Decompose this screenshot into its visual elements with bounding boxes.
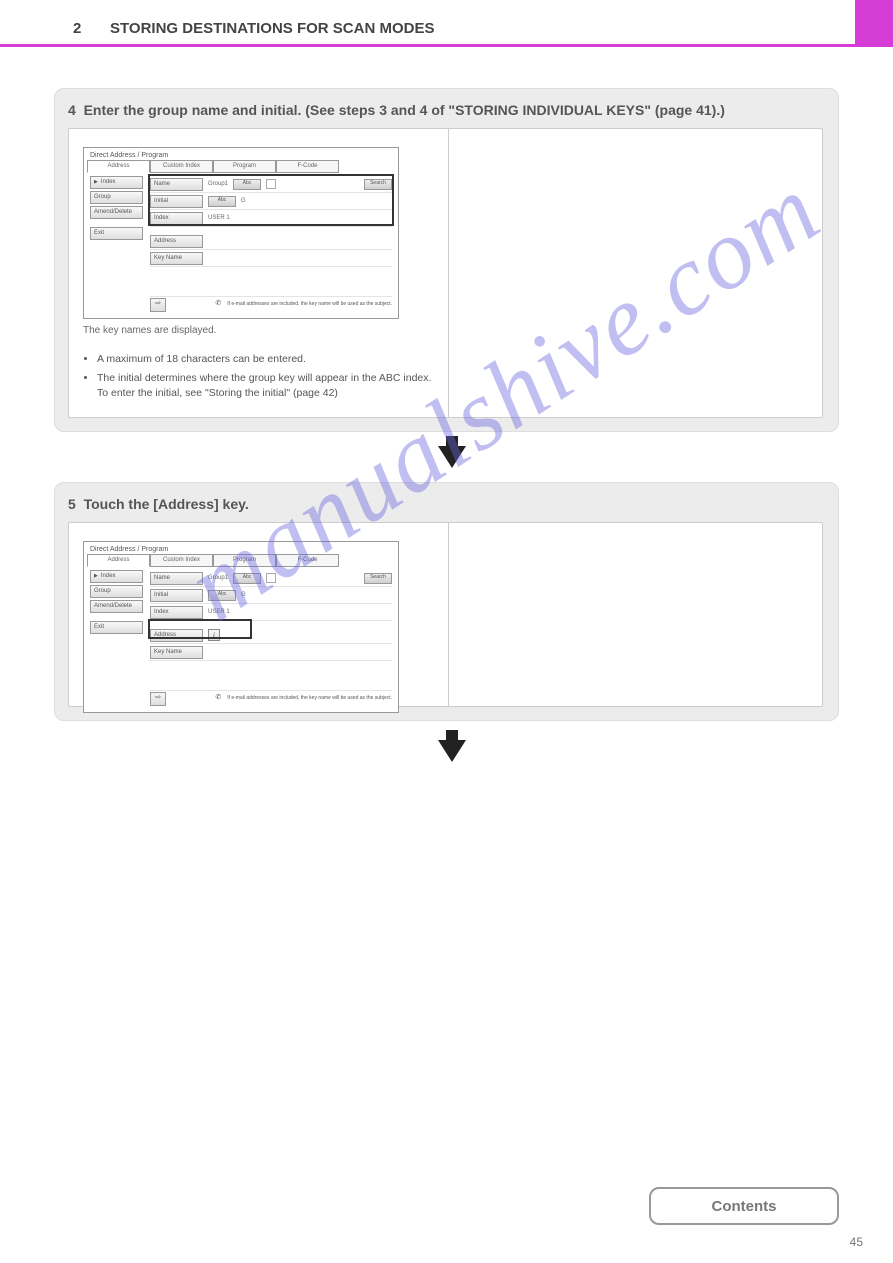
footer-note-2: If e-mail addresses are included, the ke… bbox=[227, 695, 392, 703]
tab-fcode[interactable]: F-Code bbox=[276, 160, 339, 173]
initial-value-2: G bbox=[241, 591, 246, 600]
side-exit-button-2[interactable]: Exit bbox=[90, 621, 143, 634]
side-exit-button[interactable]: Exit bbox=[90, 227, 143, 240]
footer-row: ⇨ ✆ If e-mail addresses are included, th… bbox=[150, 296, 392, 312]
main-column: Name Group1 Abc Search Initial Abc G Ind… bbox=[150, 176, 392, 267]
step-5-number: 5 bbox=[68, 496, 76, 512]
tab-address[interactable]: Address bbox=[87, 160, 150, 173]
tab-custom-index[interactable]: Custom Index bbox=[150, 160, 213, 173]
side-group-button-2[interactable]: Group bbox=[90, 585, 143, 598]
name-value: Group1 bbox=[208, 180, 228, 189]
row-address-2: Address i bbox=[150, 627, 392, 644]
keyname-button[interactable]: Key Name bbox=[150, 252, 203, 265]
keyname-button-2[interactable]: Key Name bbox=[150, 646, 203, 659]
row-address: Address bbox=[150, 233, 392, 250]
tab-program[interactable]: Program bbox=[213, 160, 276, 173]
step-5-text: Touch the [Address] key. bbox=[84, 496, 249, 512]
row-keyname: Key Name bbox=[150, 250, 392, 267]
step-4-number: 4 bbox=[68, 102, 76, 118]
initial-button[interactable]: Initial bbox=[150, 195, 203, 208]
address-button[interactable]: Address bbox=[150, 235, 203, 248]
step-5-screen-panel: Direct Address / Program Address Custom … bbox=[68, 522, 448, 707]
side-group-button[interactable]: Group bbox=[90, 191, 143, 204]
row-index-2: Index USER 1 bbox=[150, 604, 392, 621]
step-4-card: 4 Enter the group name and initial. (See… bbox=[54, 88, 839, 432]
step-5-right-panel bbox=[448, 522, 823, 707]
note-1-1: A maximum of 18 characters can be entere… bbox=[97, 352, 434, 367]
index-button[interactable]: Index bbox=[150, 212, 203, 225]
index-button-2[interactable]: Index bbox=[150, 606, 203, 619]
doc-icon-2 bbox=[266, 573, 276, 583]
arrow-icon-1 bbox=[438, 446, 466, 468]
doc-icon bbox=[266, 179, 276, 189]
index-value: USER 1 bbox=[208, 214, 230, 223]
tab-address-2[interactable]: Address bbox=[87, 554, 150, 567]
step-4-screen-panel: Direct Address / Program Address Custom … bbox=[68, 128, 448, 418]
arrow-icon-2 bbox=[438, 740, 466, 762]
step-4-text: Enter the group name and initial. (See s… bbox=[84, 102, 725, 118]
next-icon[interactable]: ⇨ bbox=[150, 298, 166, 312]
notes-list-1: A maximum of 18 characters can be entere… bbox=[83, 352, 434, 402]
name-value-2: Group1 bbox=[208, 574, 228, 583]
main-column-2: Name Group1 Abc Search Initial Abc G Ind… bbox=[150, 570, 392, 661]
section-title: STORING DESTINATIONS FOR SCAN MODES bbox=[110, 20, 434, 37]
chapter-tab bbox=[855, 0, 893, 44]
page-number: 45 bbox=[850, 1235, 863, 1249]
step-5-card: 5 Touch the [Address] key. Direct Addres… bbox=[54, 482, 839, 721]
name-button[interactable]: Name bbox=[150, 178, 203, 191]
caption-1: The key names are displayed. bbox=[83, 323, 434, 338]
step-5-title: 5 Touch the [Address] key. bbox=[68, 496, 825, 512]
row-initial: Initial Abc G bbox=[150, 193, 392, 210]
row-name-2: Name Group1 Abc Search bbox=[150, 570, 392, 587]
section-number: 2 bbox=[73, 20, 81, 37]
note-1-2: The initial determines where the group k… bbox=[97, 371, 434, 401]
phone-icon: ✆ bbox=[215, 299, 221, 310]
name-button-2[interactable]: Name bbox=[150, 572, 203, 585]
search-button[interactable]: Search bbox=[364, 179, 392, 190]
step-4-title: 4 Enter the group name and initial. (See… bbox=[68, 102, 825, 118]
search-button-2[interactable]: Search bbox=[364, 573, 392, 584]
tab-custom-index-2[interactable]: Custom Index bbox=[150, 554, 213, 567]
side-column-2: ▶Index Group Amend/Delete Exit bbox=[90, 570, 145, 636]
name-abc-button[interactable]: Abc bbox=[233, 179, 261, 190]
side-amend-button-2[interactable]: Amend/Delete bbox=[90, 600, 143, 613]
tab-bar: Address Custom Index Program F-Code bbox=[87, 160, 395, 174]
initial-abc-button[interactable]: Abc bbox=[208, 196, 236, 207]
tab-fcode-2[interactable]: F-Code bbox=[276, 554, 339, 567]
footer-row-2: ⇨ ✆ If e-mail addresses are included, th… bbox=[150, 690, 392, 706]
contents-button[interactable]: Contents bbox=[649, 1187, 839, 1225]
side-index-button-2[interactable]: ▶Index bbox=[90, 570, 143, 583]
phone-icon-2: ✆ bbox=[215, 693, 221, 704]
tab-program-2[interactable]: Program bbox=[213, 554, 276, 567]
step-4-right-panel bbox=[448, 128, 823, 418]
name-abc-button-2[interactable]: Abc bbox=[233, 573, 261, 584]
side-column: ▶Index Group Amend/Delete Exit bbox=[90, 176, 145, 242]
initial-value: G bbox=[241, 197, 246, 206]
initial-abc-button-2[interactable]: Abc bbox=[208, 590, 236, 601]
row-keyname-2: Key Name bbox=[150, 644, 392, 661]
row-index: Index USER 1 bbox=[150, 210, 392, 227]
address-button-2[interactable]: Address bbox=[150, 629, 203, 642]
lcd-screen-2: Direct Address / Program Address Custom … bbox=[83, 541, 399, 713]
index-value-2: USER 1 bbox=[208, 608, 230, 617]
footer-note: If e-mail addresses are included, the ke… bbox=[227, 301, 392, 309]
tab-bar-2: Address Custom Index Program F-Code bbox=[87, 554, 395, 568]
side-amend-button[interactable]: Amend/Delete bbox=[90, 206, 143, 219]
row-name: Name Group1 Abc Search bbox=[150, 176, 392, 193]
initial-button-2[interactable]: Initial bbox=[150, 589, 203, 602]
side-index-button[interactable]: ▶Index bbox=[90, 176, 143, 189]
next-icon-2[interactable]: ⇨ bbox=[150, 692, 166, 706]
info-icon[interactable]: i bbox=[208, 629, 220, 641]
divider-line bbox=[0, 44, 893, 47]
lcd-screen-1: Direct Address / Program Address Custom … bbox=[83, 147, 399, 319]
row-initial-2: Initial Abc G bbox=[150, 587, 392, 604]
